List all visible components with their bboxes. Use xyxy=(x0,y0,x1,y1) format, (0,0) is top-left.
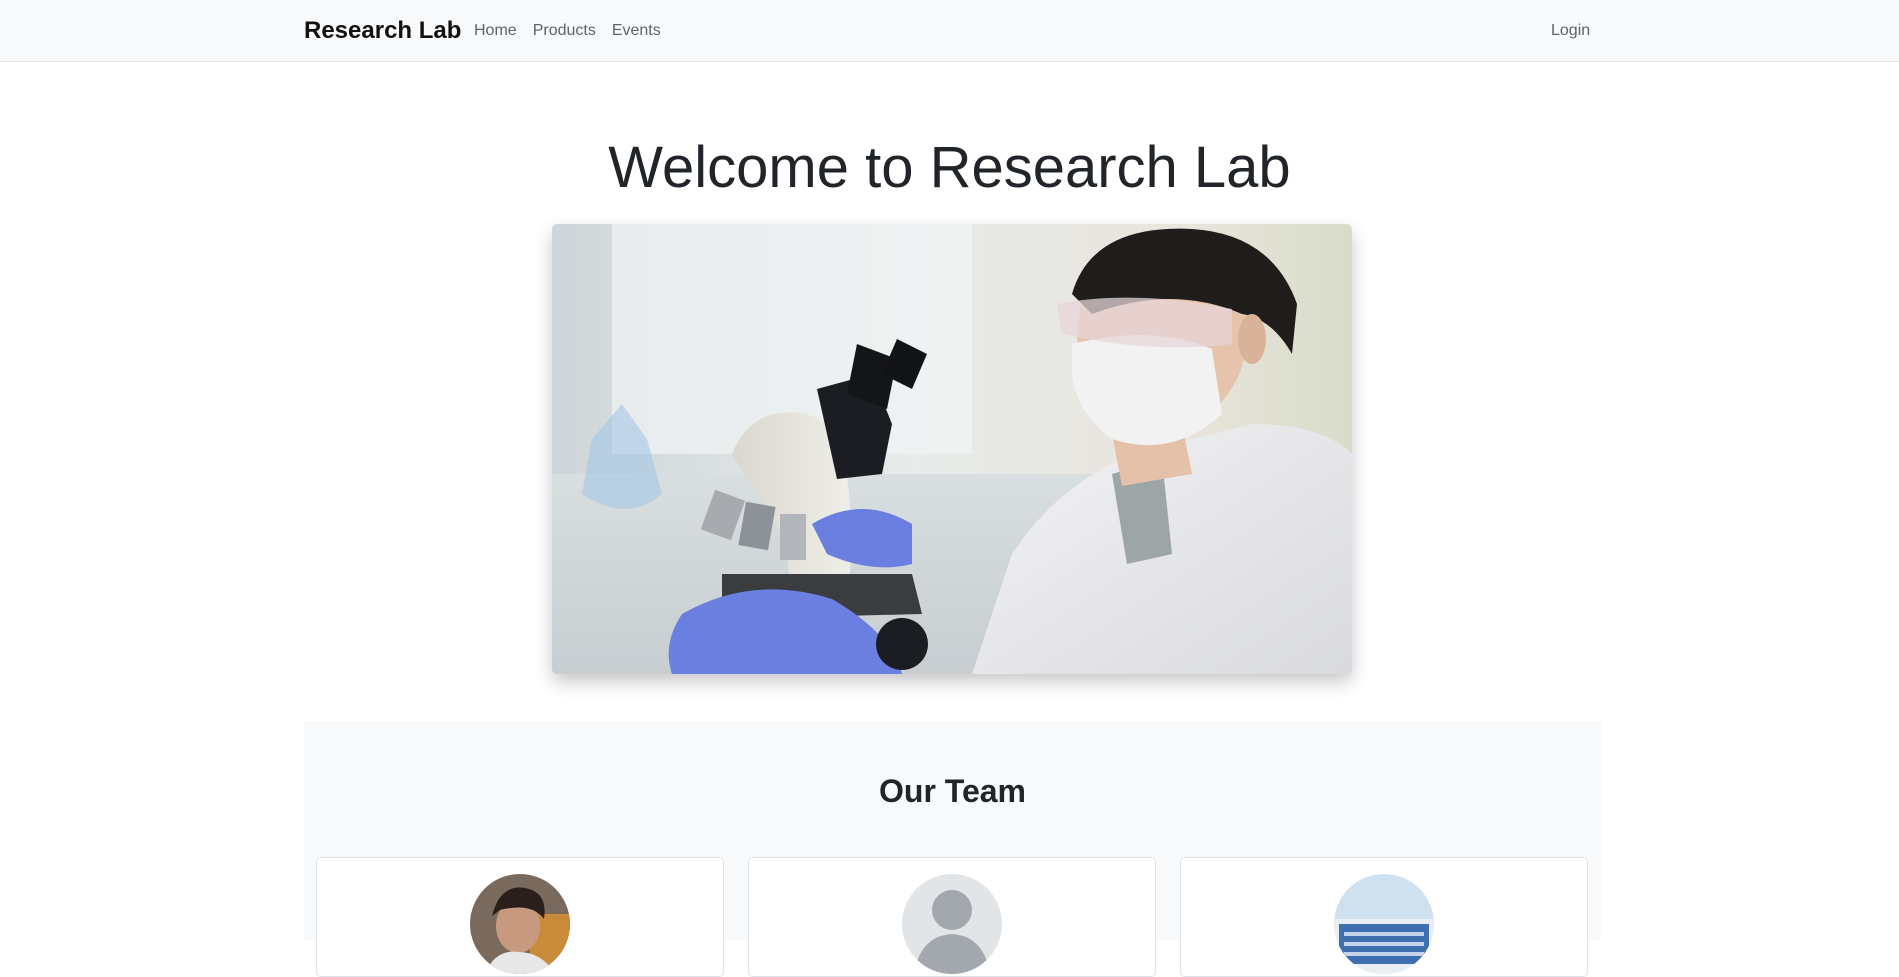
hero-title: Welcome to Research Lab xyxy=(608,135,1291,200)
hero-image xyxy=(552,224,1352,674)
nav-link-products[interactable]: Products xyxy=(533,20,596,42)
default-user-icon xyxy=(902,874,1002,974)
team-section: Our Team xyxy=(304,721,1601,977)
team-member-avatar xyxy=(470,874,570,974)
nav-links: Home Products Events xyxy=(474,20,661,42)
team-card xyxy=(748,857,1156,977)
brand-link[interactable]: Research Lab xyxy=(304,17,461,45)
nav-link-home[interactable]: Home xyxy=(474,20,517,42)
team-title: Our Team xyxy=(879,773,1026,809)
team-card xyxy=(316,857,724,977)
nav-link-events[interactable]: Events xyxy=(612,20,661,42)
navbar: Research Lab Home Products Events Login xyxy=(0,0,1899,62)
team-card xyxy=(1180,857,1588,977)
login-link[interactable]: Login xyxy=(1551,20,1590,42)
team-member-avatar xyxy=(1334,874,1434,974)
